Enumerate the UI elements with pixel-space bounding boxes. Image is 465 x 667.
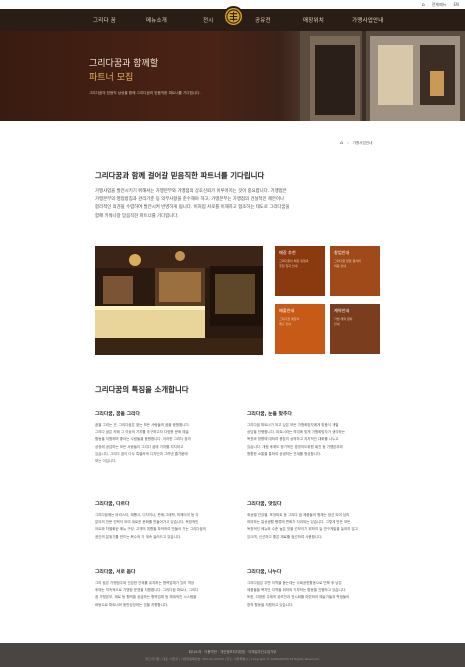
full-menu-link[interactable]: 전체메뉴: [432, 2, 447, 8]
feature-line: 상징에 공감하는 모든 사람들이 그리다 꿈에 가치를 지지하고: [95, 444, 184, 449]
intro-line: 합리적인 의견을 수렴하여 발전시켜 반영하게 됩니다. 이처럼 서로를 이해하…: [95, 205, 290, 211]
feature-line: 바탕으로 파트너와 동반성장하는 것을 지향합니다.: [95, 602, 169, 607]
cafe-storefront-image: [300, 31, 465, 121]
tile-title: 매장 추천: [279, 250, 296, 255]
feature-line: 그리 꿈은 가맹점주와 건강한 관계를 유지하는 협력업체가 있어 격앙: [95, 581, 195, 585]
feature-line: 있으며, 신선하고 좋은 재료를 엄선하여 사용합니다.: [247, 534, 323, 539]
home-icon[interactable]: ⌂: [422, 2, 425, 8]
feature-line: 활동을 지원하며 좋아는 사람들을 응원합니다. 이러한 그리다 꿈의: [95, 437, 191, 442]
feature-line: 아트와 차별화된 메뉴 구성, 고객의 취향을 파악하여 만들어 가는 그리다꿈…: [95, 527, 206, 532]
lang-link[interactable]: EN: [453, 2, 459, 7]
site-footer: 회사소개 · 이용약관 · 개인정보처리방침 · 이메일무단수집거부 ㈜그리다꿈…: [0, 643, 465, 667]
tile-startup-guide[interactable]: 창업안내 그리다꿈 창업 절차와 비용 안내: [330, 246, 380, 296]
feature-line: 분야의 전문 인력이 모여 새로운 문화를 만들어가고 있습니다. 독창적인: [95, 520, 199, 525]
feature-line: 원활한 소통을 통하여 상생하는 관계를 형성합니다.: [247, 451, 322, 456]
hero-subtitle: 파트너 모집: [89, 73, 134, 83]
intro-line: 가맹본부의 영업방침과 관리기준 등 의무사항을 준수해야 하고, 가맹본부는 …: [95, 197, 285, 203]
feature-line: 최상밸 건강을, 포장파트 등 그리다 꿈 제품들의 원재는 엄선 되어 남리: [247, 513, 350, 517]
logo-mark-icon: [226, 9, 241, 24]
footer-info: ㈜그리다꿈 | 대표: 이찬우 | 사업자등록번호: 000-00-00000 …: [145, 657, 320, 661]
cafe-interior-image: [95, 246, 263, 355]
tile-title: 창업안내: [334, 250, 350, 255]
feature-line: 그리다꿈 파트너가 되고 싶은 모든 가맹희망자에게 맞춤식 개별: [247, 423, 339, 427]
tile-line: 비용 안내: [334, 263, 346, 268]
feature-item: 그리다꿈, 꿈을 그리다 꿈을 그리는 곳, 그리다꿈은 찾는 모든 사람들의 …: [95, 410, 255, 465]
feature-line: 후에는 지속적으로 가맹점 운영을 지원합니다. 그리다꿈 파트너, 그리다: [95, 588, 199, 593]
footer-links[interactable]: 회사소개 · 이용약관 · 개인정보처리방침 · 이메일무단수집거부: [0, 649, 465, 654]
feature-item: 그리다꿈, 맛있다 최상밸 건강을, 포장파트 등 그리다 꿈 제품들의 원재는…: [247, 500, 407, 541]
nav-item-gridakkum[interactable]: 그리다 꿈: [93, 16, 116, 24]
cafe-interior-photo: [95, 246, 263, 355]
feature-line: 그리다 꿈은 카페 그 이상의 가치를 추구하고자 다양한 문화 예술: [95, 430, 189, 435]
features-title: 그리다꿈의 특징을 소개합니다: [95, 385, 189, 394]
nav-item-menu[interactable]: 메뉴소개: [146, 16, 167, 24]
feature-item: 그리다꿈, 다르다 그리다꿈에는 바리스타, 제빵사, 디자이너, 판매,그래픽…: [95, 500, 255, 541]
hero-banner: 그리다꿈과 함께할 파트너 모집 그리다꿈의 믿음직 상상을 함께 그리다꿈의 …: [0, 31, 465, 121]
feature-line: 또한, 다양한 주제의 공모전과 전시회를 마련하여 예술가들과 학생들의: [247, 595, 350, 600]
intro-line: 함께 키워나갈 믿음직한 파트너를 기다립니다.: [95, 213, 179, 219]
hero-title: 그리다꿈과 함께할: [89, 59, 159, 69]
feature-line: 꿈을 그리는 곳, 그리다꿈은 찾는 모든 사람들의 꿈을 응원합니다.: [95, 423, 190, 427]
feature-line: 제품들을 복지단 지역을 위하여 기부하는 활동을 진행하고 있습니다.: [247, 588, 347, 593]
feature-title: 그리다꿈, 맛있다: [247, 502, 282, 507]
feature-line: 보는 이입니다.: [95, 459, 117, 464]
nav-item-store-location[interactable]: 매장위치: [303, 16, 324, 24]
tile-title: 매출안내: [279, 308, 295, 313]
brand-logo[interactable]: [223, 6, 244, 27]
feature-title: 그리다꿈, 나누다: [247, 570, 282, 575]
feature-line: 그리다꿈에는 바리스타, 제빵사, 디자이너, 판매,그래픽, 마케터아 등 각: [95, 513, 199, 517]
tile-line: 매출 안내: [279, 321, 291, 326]
nav-item-franchise[interactable]: 가맹사업안내: [352, 16, 384, 24]
feature-line: 목표와 방향에 대하여 충분히 상의하고 지자적인 대화를 나누고: [247, 437, 339, 442]
utility-links: ⌂ 전체메뉴 EN: [422, 0, 459, 9]
intro-line: 가맹사업을 발전시키기 위해서는 가맹본부와 가맹점의 상호신뢰가 이루어지는 …: [95, 189, 287, 194]
home-icon[interactable]: ⌂: [340, 140, 343, 146]
feature-line: 있습니다. 개점 후에도 정기적인 경영지도위원 회진 등 가맹본부와: [247, 444, 343, 449]
intro-title: 그리다꿈과 함께 걸어갈 믿음직한 파트너를 기다립니다: [95, 171, 265, 180]
breadcrumb: ⌂ › 가맹사업안내: [340, 140, 372, 146]
feature-title: 그리다꿈, 서로 돕다: [95, 570, 136, 575]
feature-title: 그리다꿈, 눈을 맞추다: [247, 412, 292, 417]
feature-line: 그리다꿈은 주변 지역을 돕는데는 사회공헌활동으로 빈북 후 남은: [247, 581, 342, 585]
feature-item: 그리다꿈, 나누다 그리다꿈은 주변 지역을 돕는데는 사회공헌활동으로 빈북 …: [247, 568, 407, 609]
hero-description: 그리다꿈의 믿음직 상상을 함께 그리다꿈의 믿음직한 파트너를 기다립니다.: [89, 91, 201, 95]
feature-item: 그리다꿈, 서로 돕다 그리 꿈은 가맹점주와 건강한 관계를 유지하는 협력업…: [95, 568, 255, 609]
tile-line: 추천 입지 안내: [279, 263, 298, 268]
feature-title: 그리다꿈, 꿈을 그리다: [95, 412, 140, 417]
feature-line: 하여하는 일상생활 빵류에 변화가 지켜되는 있습니다. 그렇게 만든 모든: [247, 520, 351, 525]
feature-line: 독창적인 메뉴와 수준 높은 맛을 선보이기 위하여 늘 연구개발을 늘하지 않…: [247, 527, 358, 532]
nav-item-exhibition[interactable]: 전시: [203, 16, 214, 24]
tile-store-recommend[interactable]: 매장 추천 그리다꿈의 매장 유형과 추천 입지 안내: [275, 246, 325, 296]
feature-line: 있습니다. 그리다 꿈이 다두 특별하게 디자인과 그려낸 즐거움에: [95, 451, 188, 456]
tile-title: 계약안내: [334, 308, 350, 313]
breadcrumb-separator-icon: ›: [347, 141, 349, 145]
feature-line: 상담을 진행합니다. 파트너라는 의미에 맞게 가맹희망자가 생각하는: [247, 430, 345, 435]
feature-item: 그리다꿈, 눈을 맞추다 그리다꿈 파트너가 되고 싶은 모든 가맹희망자에게 …: [247, 410, 407, 458]
breadcrumb-current: 가맹사업안내: [352, 140, 373, 145]
feature-line: 공간의 분위기를 만드는 복수의 가 계속 놀러드고 있습니다.: [95, 534, 182, 539]
nav-item-contest[interactable]: 공유전: [255, 16, 271, 24]
tile-contract-guide[interactable]: 계약안내 가맹 계약 절차 안내: [330, 304, 380, 354]
feature-line: 창작 활동을 지원하고 있습니다.: [247, 602, 294, 607]
tile-sales-guide[interactable]: 매출안내 그리다꿈 매장의 매출 안내: [275, 304, 325, 354]
intro-text: 가맹사업을 발전시키기 위해서는 가맹본부와 가맹점의 상호신뢰가 이루어지는 …: [95, 188, 375, 221]
tile-line: 안내: [334, 321, 340, 326]
feature-line: 꿈 가맹본부, 제로 등 협력을 공급하는 협력업체 등 체계적인 시스템을: [95, 595, 197, 600]
feature-title: 그리다꿈, 다르다: [95, 502, 130, 507]
